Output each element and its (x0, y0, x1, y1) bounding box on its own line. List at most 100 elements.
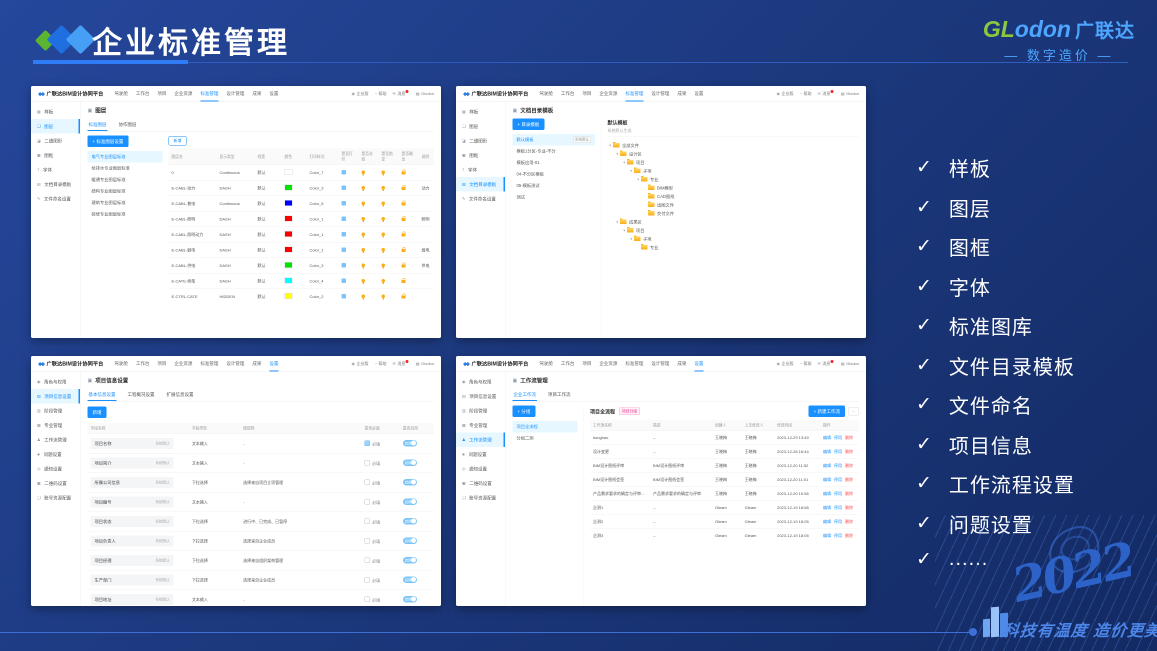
print-icon[interactable] (341, 169, 346, 175)
lock-state-icon[interactable] (381, 216, 385, 222)
lock-state-icon[interactable] (381, 294, 385, 300)
output-icon[interactable] (401, 169, 406, 175)
disable-link[interactable]: 停用 (834, 520, 842, 525)
sidebar-item[interactable]: ◈ 问题设置 (31, 447, 80, 462)
sidebar-item[interactable]: ▦ 专业管理 (456, 418, 505, 433)
topbar-grid-item[interactable]: ▦ Glodon (841, 361, 859, 366)
freeze-icon[interactable] (361, 170, 365, 176)
tree-node[interactable]: ▾ 全部文件 (608, 141, 860, 150)
topbar-person-item[interactable]: ◉ 企业版 (777, 361, 794, 367)
output-icon[interactable] (401, 293, 406, 299)
nav-item-4[interactable]: 企业资源 (599, 86, 617, 101)
tab-2[interactable]: 工程概况设置 (127, 389, 156, 402)
topbar-help-item[interactable]: ◔ 帮助 (800, 91, 812, 97)
lock-state-icon[interactable] (381, 201, 385, 207)
nav-item-4[interactable]: 企业资源 (174, 86, 192, 101)
tree-node[interactable]: ▾ 成果区 (608, 218, 860, 227)
disable-link[interactable]: 停用 (834, 464, 842, 469)
edit-link[interactable]: 编辑 (823, 520, 831, 525)
delete-link[interactable]: 删除 (845, 534, 853, 539)
tab-1[interactable]: 标准图层 (87, 119, 108, 131)
sidebar-item[interactable]: T 字体 (31, 163, 80, 178)
enable-toggle[interactable]: 启用 (402, 556, 417, 564)
topbar-mail-item[interactable]: ✉ 消息 (392, 360, 409, 367)
print-icon[interactable] (341, 185, 346, 190)
tree-node[interactable]: 交付文件 (608, 209, 860, 218)
sidebar-item[interactable]: ▤ 文档目录模板 (31, 177, 80, 192)
edit-link[interactable]: 编辑 (823, 506, 831, 511)
nav-item-5[interactable]: 标准管理 (625, 356, 643, 371)
output-icon[interactable] (401, 216, 406, 221)
freeze-icon[interactable] (361, 263, 365, 269)
topbar-person-item[interactable]: ◉ 企业版 (352, 361, 369, 367)
nav-item-6[interactable]: 设计管理 (226, 86, 244, 101)
nav-item-2[interactable]: 工作台 (136, 86, 150, 101)
print-icon[interactable] (341, 247, 346, 252)
topbar-mail-item[interactable]: ✉ 消息 (817, 90, 834, 97)
required-checkbox[interactable] (364, 596, 371, 602)
tab-1[interactable]: 企业工作流 (512, 389, 538, 401)
nav-item-8[interactable]: 设置 (694, 356, 704, 372)
disable-link[interactable]: 停用 (834, 436, 842, 441)
tree-node[interactable]: ▾ 设计区 (608, 150, 860, 159)
disable-link[interactable]: 停用 (834, 534, 842, 539)
nav-item-6[interactable]: 设计管理 (226, 356, 244, 371)
tab-3[interactable]: 扩展信息设置 (166, 389, 195, 402)
output-icon[interactable] (401, 231, 406, 237)
template-item[interactable]: 测试 (513, 192, 596, 204)
freeze-icon[interactable] (361, 247, 365, 253)
sidebar-item[interactable]: ▥ 阶段管理 (31, 404, 80, 419)
print-icon[interactable] (341, 216, 346, 221)
sidebar-item[interactable]: ◉ 角色与权限 (31, 375, 80, 390)
add-template-button[interactable]: + 目录模板 (512, 118, 545, 130)
edit-link[interactable]: 编辑 (823, 450, 831, 455)
sidebar-item[interactable]: T 字体 (456, 163, 505, 178)
nav-item-7[interactable]: 成果 (252, 86, 261, 101)
delete-link[interactable]: 删除 (845, 478, 853, 483)
lock-state-icon[interactable] (381, 170, 385, 176)
required-checkbox[interactable] (364, 518, 371, 524)
freeze-icon[interactable] (361, 232, 365, 238)
delete-link[interactable]: 删除 (845, 436, 853, 441)
group-item[interactable]: 项目全流程 (512, 421, 578, 433)
tree-node[interactable]: 专业 (608, 243, 860, 252)
sidebar-item[interactable]: ✎ 文件命名设置 (31, 192, 80, 207)
sidebar-item[interactable]: ▣ 图框 (456, 148, 505, 163)
lock-state-icon[interactable] (381, 185, 385, 191)
tree-node[interactable]: CAD图纸 (608, 192, 860, 201)
more-button[interactable]: ⋯ (848, 407, 859, 416)
nav-item-3[interactable]: 项目 (582, 86, 591, 101)
topbar-help-item[interactable]: ◔ 帮助 (375, 91, 387, 97)
nav-item-7[interactable]: 成果 (252, 356, 261, 371)
print-icon[interactable] (341, 231, 346, 237)
topbar-grid-item[interactable]: ▦ Glodon (841, 91, 859, 96)
disable-link[interactable]: 停用 (834, 450, 842, 455)
sidebar-item[interactable]: ▥ 阶段管理 (456, 404, 505, 419)
template-item[interactable]: 04-不分区模板 (513, 169, 596, 181)
tab-2[interactable]: 项目工作流 (547, 389, 572, 402)
tree-node[interactable]: ▾ 子项 (608, 235, 860, 244)
sidebar-item[interactable]: ◈ 问题设置 (456, 447, 505, 462)
nav-item-6[interactable]: 设计管理 (651, 356, 669, 371)
required-checkbox[interactable] (364, 537, 371, 544)
sidebar-item[interactable]: ♟ 工作流管理 (31, 433, 80, 448)
nav-item-6[interactable]: 设计管理 (651, 86, 669, 101)
layer-standard-item[interactable]: 结构专业图层标准 (88, 186, 163, 198)
delete-link[interactable]: 删除 (845, 450, 853, 455)
nav-item-2[interactable]: 工作台 (561, 356, 575, 371)
edit-link[interactable]: 编辑 (823, 478, 831, 483)
output-icon[interactable] (401, 200, 406, 206)
topbar-mail-item[interactable]: ✉ 消息 (392, 90, 409, 97)
print-icon[interactable] (341, 200, 346, 206)
topbar-person-item[interactable]: ◉ 企业版 (777, 91, 794, 97)
lock-state-icon[interactable] (381, 232, 385, 238)
nav-item-5[interactable]: 标准管理 (200, 356, 218, 371)
delete-link[interactable]: 删除 (845, 506, 853, 511)
layer-standard-item[interactable]: 给排水专业图层标准 (88, 163, 163, 175)
enable-toggle[interactable]: 启用 (402, 595, 417, 603)
tree-node[interactable]: ▾ 项目 (608, 158, 860, 167)
topbar-mail-item[interactable]: ✉ 消息 (817, 360, 834, 367)
nav-item-4[interactable]: 企业资源 (599, 356, 617, 371)
sidebar-item[interactable]: ▤ 文档目录模板 (456, 177, 505, 192)
nav-item-5[interactable]: 标准管理 (200, 86, 219, 102)
